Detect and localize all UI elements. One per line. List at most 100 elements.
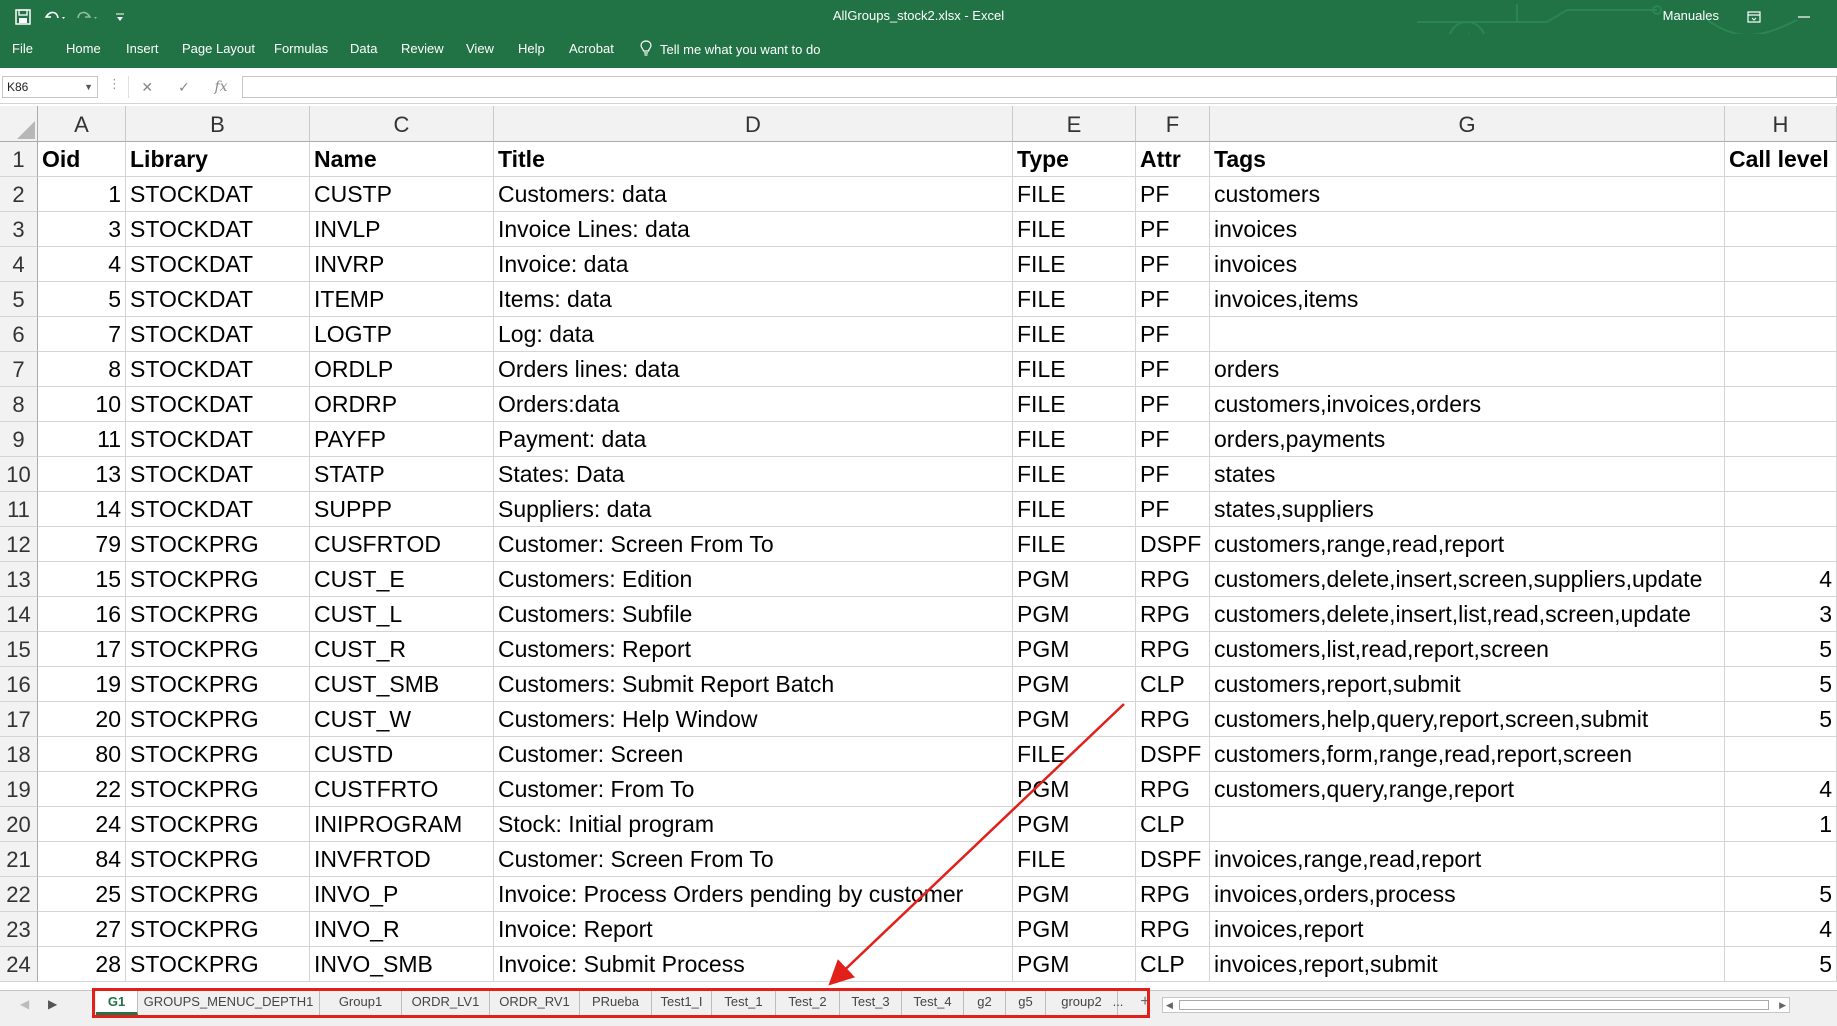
cell[interactable]: STOCKPRG bbox=[126, 667, 310, 702]
row-header[interactable]: 15 bbox=[0, 632, 38, 667]
cell[interactable]: FILE bbox=[1013, 422, 1136, 457]
cell[interactable]: PF bbox=[1136, 352, 1210, 387]
cell[interactable]: RPG bbox=[1136, 632, 1210, 667]
row-header[interactable]: 16 bbox=[0, 667, 38, 702]
header-cell[interactable]: Attr bbox=[1136, 142, 1210, 177]
cell[interactable]: PGM bbox=[1013, 772, 1136, 807]
cell[interactable]: 4 bbox=[1725, 912, 1837, 947]
cell[interactable] bbox=[1725, 527, 1837, 562]
cell[interactable]: customers,range,read,report bbox=[1210, 527, 1725, 562]
column-header-h[interactable]: H bbox=[1725, 106, 1837, 142]
sheet-tab[interactable]: Test_4 bbox=[902, 991, 964, 1015]
cell[interactable]: 28 bbox=[38, 947, 126, 982]
cell[interactable]: 5 bbox=[38, 282, 126, 317]
cell[interactable] bbox=[1725, 177, 1837, 212]
tab-view[interactable]: View bbox=[466, 34, 494, 64]
column-header-g[interactable]: G bbox=[1210, 106, 1725, 142]
account-name[interactable]: Manuales bbox=[1663, 0, 1719, 34]
cell[interactable]: PGM bbox=[1013, 562, 1136, 597]
cell[interactable]: DSPF bbox=[1136, 842, 1210, 877]
cell[interactable] bbox=[1725, 842, 1837, 877]
cell[interactable]: 3 bbox=[38, 212, 126, 247]
cell[interactable]: Invoice: data bbox=[494, 247, 1013, 282]
cell[interactable] bbox=[1725, 492, 1837, 527]
cell[interactable]: 1 bbox=[1725, 807, 1837, 842]
cell[interactable]: Customer: Screen From To bbox=[494, 527, 1013, 562]
row-header[interactable]: 12 bbox=[0, 527, 38, 562]
cell[interactable]: RPG bbox=[1136, 772, 1210, 807]
cell[interactable]: Customers: Subfile bbox=[494, 597, 1013, 632]
cell[interactable]: CUST_E bbox=[310, 562, 494, 597]
cell[interactable]: PF bbox=[1136, 422, 1210, 457]
cell[interactable]: STOCKDAT bbox=[126, 387, 310, 422]
sheet-tab[interactable]: G1 bbox=[96, 991, 138, 1015]
cell[interactable]: CUSTFRTO bbox=[310, 772, 494, 807]
cell[interactable]: Customer: Screen From To bbox=[494, 842, 1013, 877]
row-header[interactable]: 21 bbox=[0, 842, 38, 877]
tab-data[interactable]: Data bbox=[350, 34, 377, 64]
tell-me-search[interactable]: Tell me what you want to do bbox=[640, 34, 820, 64]
cell[interactable]: STOCKDAT bbox=[126, 352, 310, 387]
cell[interactable]: RPG bbox=[1136, 562, 1210, 597]
cell[interactable]: Customer: From To bbox=[494, 772, 1013, 807]
row-header[interactable]: 10 bbox=[0, 457, 38, 492]
header-cell[interactable]: Library bbox=[126, 142, 310, 177]
cell[interactable]: 7 bbox=[38, 317, 126, 352]
cell[interactable]: Orders lines: data bbox=[494, 352, 1013, 387]
scroll-right-icon[interactable]: ▶ bbox=[1779, 998, 1786, 1012]
row-header[interactable]: 3 bbox=[0, 212, 38, 247]
cell[interactable]: STOCKPRG bbox=[126, 562, 310, 597]
cell[interactable] bbox=[1725, 387, 1837, 422]
cell[interactable]: ORDRP bbox=[310, 387, 494, 422]
cell[interactable]: STOCKDAT bbox=[126, 317, 310, 352]
cell[interactable]: STOCKDAT bbox=[126, 177, 310, 212]
sheet-tab[interactable]: ORDR_RV1 bbox=[490, 991, 580, 1015]
cell[interactable]: FILE bbox=[1013, 842, 1136, 877]
row-header[interactable]: 20 bbox=[0, 807, 38, 842]
cell[interactable]: PF bbox=[1136, 282, 1210, 317]
cell[interactable]: 17 bbox=[38, 632, 126, 667]
sheet-tab[interactable]: Test_2 bbox=[776, 991, 840, 1015]
sheet-tab[interactable]: g2 bbox=[964, 991, 1006, 1015]
cell[interactable]: Customers: Report bbox=[494, 632, 1013, 667]
cell[interactable]: 27 bbox=[38, 912, 126, 947]
sheet-tab[interactable]: ORDR_LV1 bbox=[402, 991, 490, 1015]
cell[interactable]: 14 bbox=[38, 492, 126, 527]
column-header-b[interactable]: B bbox=[126, 106, 310, 142]
cell[interactable]: Stock: Initial program bbox=[494, 807, 1013, 842]
cell[interactable]: 5 bbox=[1725, 877, 1837, 912]
cell[interactable] bbox=[1725, 317, 1837, 352]
row-header[interactable]: 14 bbox=[0, 597, 38, 632]
cell[interactable]: 19 bbox=[38, 667, 126, 702]
cell[interactable]: Customers: data bbox=[494, 177, 1013, 212]
cell[interactable]: 13 bbox=[38, 457, 126, 492]
cell[interactable]: FILE bbox=[1013, 212, 1136, 247]
cell[interactable]: Invoice: Submit Process bbox=[494, 947, 1013, 982]
row-header[interactable]: 13 bbox=[0, 562, 38, 597]
cell[interactable] bbox=[1725, 352, 1837, 387]
cell[interactable]: invoices,range,read,report bbox=[1210, 842, 1725, 877]
formula-input[interactable] bbox=[242, 76, 1837, 98]
cell[interactable]: STOCKDAT bbox=[126, 492, 310, 527]
row-header[interactable]: 23 bbox=[0, 912, 38, 947]
cell[interactable]: 8 bbox=[38, 352, 126, 387]
cell[interactable]: CLP bbox=[1136, 667, 1210, 702]
cell[interactable]: STOCKPRG bbox=[126, 772, 310, 807]
row-header[interactable]: 7 bbox=[0, 352, 38, 387]
cell[interactable]: 25 bbox=[38, 877, 126, 912]
row-header[interactable]: 18 bbox=[0, 737, 38, 772]
cell[interactable]: STOCKDAT bbox=[126, 247, 310, 282]
cell[interactable]: PF bbox=[1136, 492, 1210, 527]
header-cell[interactable]: Oid bbox=[38, 142, 126, 177]
cell[interactable]: 4 bbox=[1725, 562, 1837, 597]
cell[interactable] bbox=[1725, 247, 1837, 282]
save-icon[interactable] bbox=[12, 6, 34, 28]
cell[interactable]: STOCKPRG bbox=[126, 807, 310, 842]
cell[interactable]: FILE bbox=[1013, 317, 1136, 352]
cell[interactable]: invoices bbox=[1210, 212, 1725, 247]
header-cell[interactable]: Type bbox=[1013, 142, 1136, 177]
cell[interactable]: Orders:data bbox=[494, 387, 1013, 422]
cell[interactable]: RPG bbox=[1136, 912, 1210, 947]
sheet-tab[interactable]: g5 bbox=[1006, 991, 1046, 1015]
row-header[interactable]: 6 bbox=[0, 317, 38, 352]
